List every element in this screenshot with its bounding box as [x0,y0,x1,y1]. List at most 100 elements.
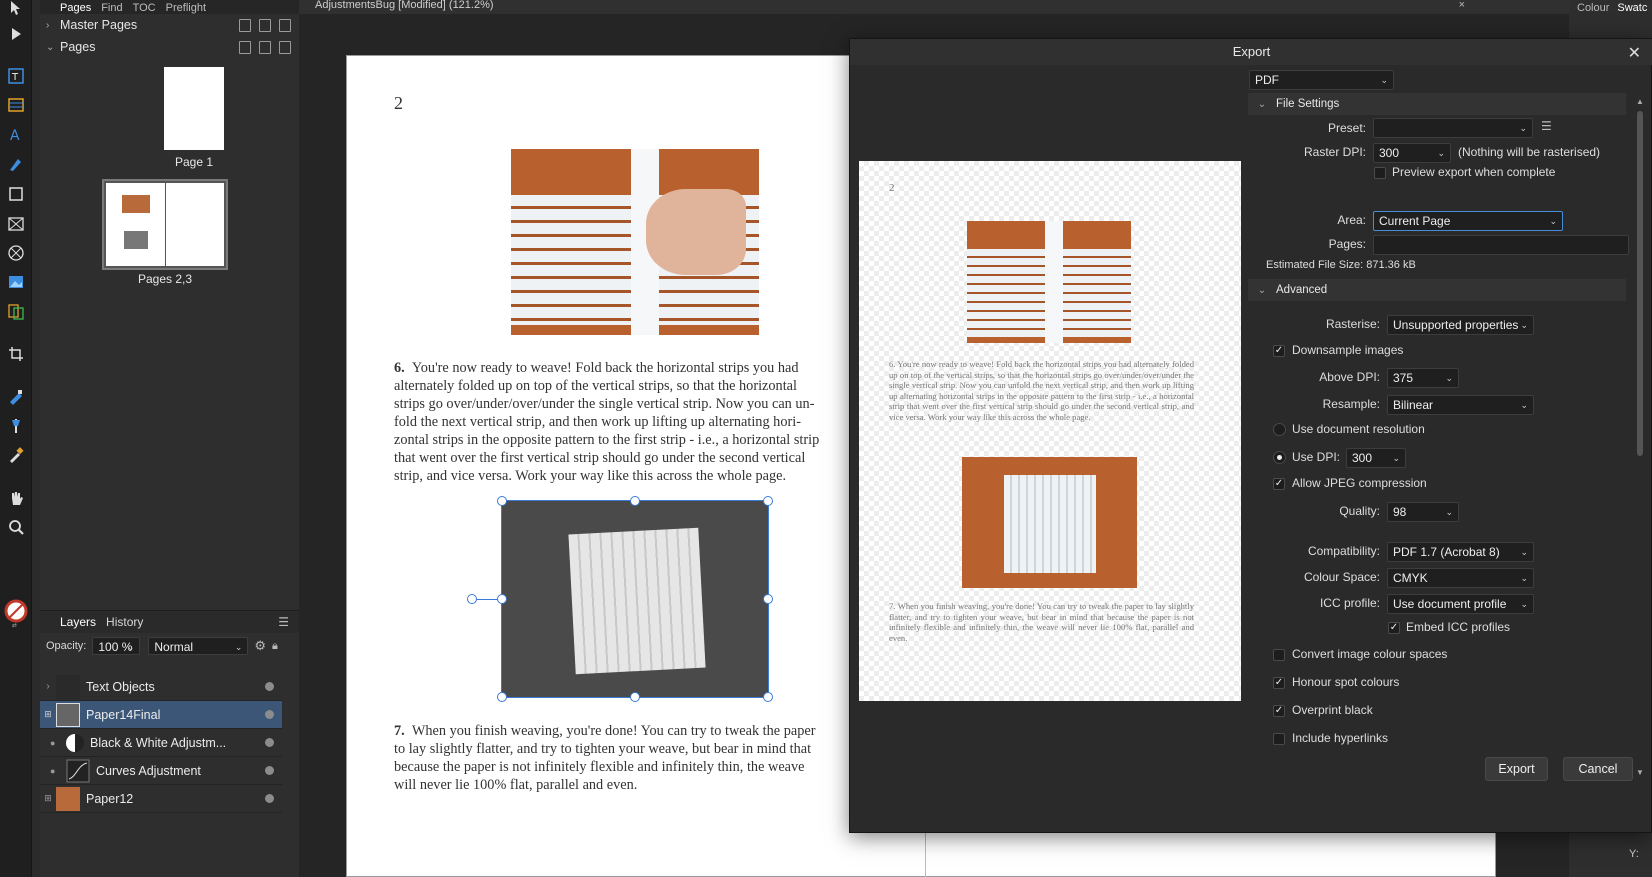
page-1-thumbnail[interactable] [164,67,224,150]
use-document-resolution-radio[interactable] [1273,423,1286,436]
area-select[interactable]: Current Page ⌄ [1373,211,1563,231]
include-hyperlinks-checkbox[interactable] [1273,733,1285,745]
delete-page-icon[interactable] [279,40,291,54]
icc-profile-select[interactable]: Use document profile ⌄ [1387,594,1534,614]
layer-bw-adjustment[interactable]: ● Black & White Adjustm... [40,729,282,757]
visibility-dot-icon[interactable] [265,710,274,719]
tab-toc[interactable]: TOC [133,2,156,14]
close-icon[interactable]: × [1459,0,1465,11]
selection-handle[interactable] [763,692,773,702]
chevron-down-icon[interactable]: ⌄ [46,42,60,53]
crop-tool-icon[interactable] [4,342,28,366]
document-tab[interactable]: AdjustmentsBug [Modified] (121.2%) × [299,0,1569,14]
scroll-down-icon[interactable]: ▼ [1636,768,1644,777]
file-settings-header[interactable]: ⌄ File Settings [1248,93,1626,115]
export-button[interactable]: Export [1485,757,1548,781]
ellipse-frame-tool-icon[interactable] [4,241,28,265]
layer-curves-adjustment[interactable]: ● Curves Adjustment [40,757,282,785]
group-expand-icon[interactable]: ⊞ [40,709,56,720]
selection-handle[interactable] [497,692,507,702]
blend-mode-select[interactable]: Normal ⌄ [148,637,249,655]
tab-find[interactable]: Find [101,2,122,14]
preview-export-checkbox[interactable] [1374,167,1386,179]
advanced-header[interactable]: ⌄ Advanced [1248,279,1626,301]
hand-tool-icon[interactable] [4,486,28,510]
use-dpi-radio[interactable] [1273,451,1286,464]
delete-master-icon[interactable] [279,18,291,32]
visibility-dot-icon[interactable] [265,794,274,803]
artistic-text-tool-icon[interactable]: A [4,122,28,146]
pages-row[interactable]: ⌄ Pages [40,36,299,58]
colour-space-select[interactable]: CMYK ⌄ [1387,568,1534,588]
scroll-up-icon[interactable]: ▲ [1636,97,1644,106]
embed-icc-checkbox[interactable]: ✓ [1388,622,1400,634]
transparency-tool-icon[interactable] [4,414,28,438]
add-master-icon[interactable] [239,18,251,32]
tab-layers[interactable]: Layers [60,615,96,629]
picture-frame-tool-icon[interactable] [4,212,28,236]
visibility-dot-icon[interactable] [265,738,274,747]
overprint-black-checkbox[interactable]: ✓ [1273,705,1285,717]
rectangle-tool-icon[interactable] [4,182,28,206]
master-pages-row[interactable]: › Master Pages [40,14,299,36]
tab-history[interactable]: History [106,615,143,629]
selection-handle[interactable] [497,496,507,506]
downsample-checkbox[interactable]: ✓ [1273,345,1285,357]
pen-tool-icon[interactable] [4,152,28,176]
gear-icon[interactable]: ⚙ [254,638,266,654]
quality-field[interactable]: 98 ⌄ [1387,502,1459,522]
duplicate-page-icon[interactable] [259,40,271,54]
tab-swatches[interactable]: Swatc [1617,2,1647,14]
cancel-button[interactable]: Cancel [1563,757,1633,781]
spread-2-3-thumbnail[interactable] [102,179,228,270]
selection-handle[interactable] [630,692,640,702]
scrollbar-thumb[interactable] [1637,111,1643,456]
layer-paper14final[interactable]: ⊞ Paper14Final [40,701,282,729]
add-page-icon[interactable] [239,40,251,54]
opacity-field[interactable]: 100 % ⌄ [92,637,141,655]
allow-jpeg-checkbox[interactable]: ✓ [1273,478,1285,490]
settings-scrollbar[interactable]: ▲ ▼ [1635,97,1645,777]
raster-dpi-field[interactable]: 300 ⌄ [1373,143,1451,163]
preset-menu-icon[interactable]: ☰ [1541,119,1552,133]
fill-stroke-swatch-icon[interactable]: ⇄ [4,598,28,628]
table-tool-icon[interactable] [4,93,28,117]
honour-spot-checkbox[interactable]: ✓ [1273,677,1285,689]
resample-select[interactable]: Bilinear ⌄ [1387,395,1534,415]
convert-colour-checkbox[interactable] [1273,649,1285,661]
use-dpi-field[interactable]: 300 ⌄ [1346,448,1406,468]
rasterise-select[interactable]: Unsupported properties ⌄ [1387,315,1534,335]
fill-tool-icon[interactable] [4,385,28,409]
preset-select[interactable]: ⌄ [1373,118,1533,138]
visibility-dot-icon[interactable] [265,682,274,691]
pointer-tool-icon[interactable] [4,0,28,20]
above-dpi-field[interactable]: 375 ⌄ [1387,368,1459,388]
group-expand-icon[interactable]: ⊞ [40,793,56,804]
panel-menu-icon[interactable]: ☰ [278,615,289,629]
layer-paper12[interactable]: ⊞ Paper12 [40,785,282,813]
layer-text-objects[interactable]: › Text Objects [40,673,282,701]
text-frame-tool-icon[interactable]: T [4,64,28,88]
table-format-tool-icon[interactable] [4,300,28,324]
tab-preflight[interactable]: Preflight [166,2,206,14]
duplicate-master-icon[interactable] [259,18,271,32]
zoom-tool-icon[interactable] [4,515,28,539]
compatibility-select[interactable]: PDF 1.7 (Acrobat 8) ⌄ [1387,542,1534,562]
pages-field[interactable] [1373,235,1629,255]
weaving-photo-2-selected[interactable] [501,500,769,698]
tab-colour[interactable]: Colour [1577,2,1609,14]
node-tool-icon[interactable] [4,22,28,46]
selection-handle[interactable] [763,496,773,506]
chevron-right-icon[interactable]: › [46,20,60,31]
selection-handle[interactable] [763,594,773,604]
format-select[interactable]: PDF ⌄ [1249,70,1394,90]
lock-icon[interactable]: 🔒︎ [272,640,278,653]
chevron-right-icon[interactable]: › [40,681,56,692]
selection-handle[interactable] [497,594,507,604]
selection-handle[interactable] [630,496,640,506]
close-icon[interactable]: ✕ [1628,43,1641,63]
color-picker-tool-icon[interactable] [4,443,28,467]
visibility-dot-icon[interactable] [265,766,274,775]
place-image-tool-icon[interactable] [4,270,28,294]
weaving-photo-1[interactable] [511,149,759,335]
